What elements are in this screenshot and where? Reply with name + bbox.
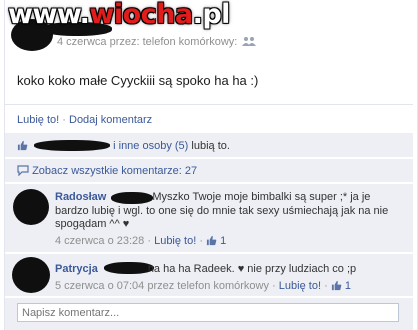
comment-time[interactable]: 5 czerwca o 07:04 przez telefon komórkow… [55,280,269,292]
comment-bubble-icon [17,165,29,177]
thumbs-up-icon [206,235,217,245]
post-meta: 4 czerwca przez: telefon komórkowy: [57,36,257,48]
comment-like-count[interactable]: 1 [345,280,351,292]
people-icon [242,37,257,46]
likes-row: i inne osoby (5) lubią to. [17,140,230,152]
like-link[interactable]: Lubię to! [17,114,59,126]
comment-author[interactable]: Radosław [55,191,106,203]
view-all-comments[interactable]: Zobacz wszystkie komentarze: 27 [17,165,197,177]
comment-author[interactable]: Patrycja [55,263,98,275]
post-text: koko koko małe Cyyckiii są spoko ha ha :… [17,73,259,88]
comment-avatar[interactable] [12,257,50,293]
comment-time[interactable]: 4 czerwca o 23:28 [55,235,144,247]
watermark-logo: www.wiocha.pl [8,0,230,30]
comment-text: ha ha ha Radeek. ♥ nie przy ludziach co … [147,263,357,275]
thumbs-up-icon [331,280,342,290]
others-like-link[interactable]: i inne osoby (5) [113,140,188,152]
post-divider [5,104,413,105]
post-actions: Lubię to! · Dodaj komentarz [17,114,153,126]
add-comment-link[interactable]: Dodaj komentarz [69,114,152,126]
comment-input[interactable] [17,303,399,322]
comment-like-link[interactable]: Lubię to! [279,280,321,292]
thumbs-up-icon [17,140,28,151]
comment-item: Radosław Myszko Twoje moje bimbalki są su… [55,191,389,247]
liker-name-censored [34,140,111,151]
comment-item: Patrycja ha ha ha Radeek. ♥ nie przy ludz… [55,263,357,292]
comment-like-count[interactable]: 1 [220,235,226,247]
comment-avatar[interactable] [13,189,49,225]
comment-like-link[interactable]: Lubię to! [154,235,196,247]
